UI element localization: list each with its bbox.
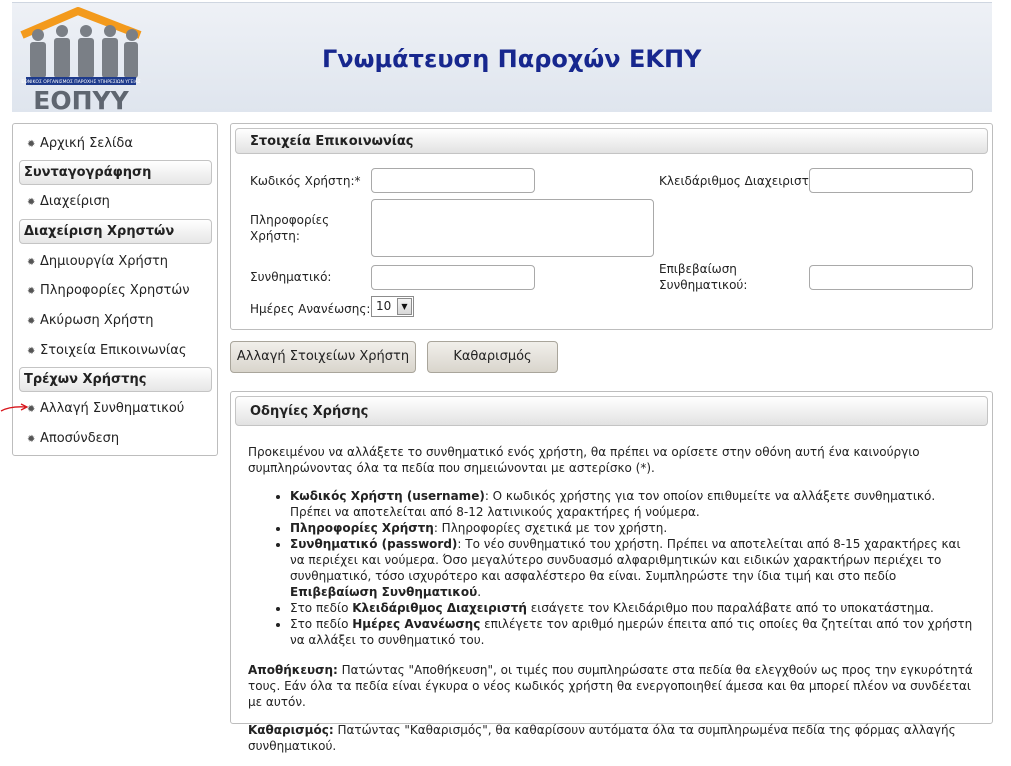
eopyy-logo: ΕΘΝΙΚΟΣ ΟΡΓΑΝΙΣΜΟΣ ΠΑΡΟΧΗΣ ΥΠΗΡΕΣΙΩΝ ΥΓΕ… bbox=[20, 7, 142, 111]
username-input[interactable] bbox=[371, 168, 535, 193]
page-title: Γνωμάτευση Παροχών ΕΚΠΥ bbox=[322, 45, 702, 73]
sidebar-item-label: Πληροφορίες Χρηστών bbox=[40, 283, 190, 298]
instructions-clear: Καθαρισμός: Πατώντας "Καθαρισμός", θα κα… bbox=[248, 723, 956, 753]
user-info-label: Πληροφορίες Χρήστη: bbox=[250, 213, 330, 243]
list-item: Στο πεδίο Ημέρες Ανανέωσης επιλέγετε τον… bbox=[290, 616, 978, 648]
page-header: ΕΘΝΙΚΟΣ ΟΡΓΑΝΙΣΜΟΣ ΠΑΡΟΧΗΣ ΥΠΗΡΕΣΙΩΝ ΥΓΕ… bbox=[12, 2, 992, 112]
contact-form-title: Στοιχεία Επικοινωνίας bbox=[235, 128, 988, 154]
instructions-intro: Προκειμένου να αλλάξετε το συνθηματικό ε… bbox=[248, 445, 920, 475]
gear-bullet-icon: ✹ bbox=[27, 139, 36, 150]
chevron-down-icon[interactable]: ▼ bbox=[397, 298, 412, 315]
sidebar-item-logout[interactable]: ✹ Αποσύνδεση bbox=[27, 429, 119, 449]
sidebar-item-cancel-user[interactable]: ✹ Ακύρωση Χρήστη bbox=[27, 311, 154, 331]
sidebar-item-management[interactable]: ✹ Διαχείριση bbox=[27, 192, 110, 212]
sidebar: ✹ Αρχική Σελίδα Συνταγογράφηση ✹ Διαχείρισ… bbox=[12, 123, 218, 456]
sidebar-item-change-password[interactable]: ✹ Αλλαγή Συνθηματικού bbox=[27, 399, 184, 419]
gear-bullet-icon: ✹ bbox=[27, 346, 36, 357]
admin-key-label: Κλειδάριθμος Διαχειριστή:* bbox=[659, 174, 827, 188]
password-label: Συνθηματικό: bbox=[250, 270, 332, 284]
sidebar-item-create-user[interactable]: ✹ Δημιουργία Χρήστη bbox=[27, 252, 168, 272]
sidebar-item-users-info[interactable]: ✹ Πληροφορίες Χρηστών bbox=[27, 281, 190, 301]
list-item: Πληροφορίες Χρήστη: Πληροφορίες σχετικά … bbox=[290, 520, 978, 536]
list-item: Συνθηματικό (password): Το νέο συνθηματι… bbox=[290, 536, 978, 600]
instructions-save: Αποθήκευση: Πατώντας "Αποθήκευση", οι τι… bbox=[248, 663, 973, 709]
change-user-details-button[interactable]: Αλλαγή Στοιχείων Χρήστη bbox=[230, 341, 416, 373]
sidebar-item-label: Αρχική Σελίδα bbox=[40, 136, 133, 151]
username-label: Κωδικός Χρήστη:* bbox=[250, 174, 361, 188]
sidebar-item-label: Αλλαγή Συνθηματικού bbox=[40, 401, 185, 416]
gear-bullet-icon: ✹ bbox=[27, 316, 36, 327]
instructions-title: Οδηγίες Χρήσης bbox=[235, 396, 988, 426]
confirm-password-label: Επιβεβαίωση Συνθηματικού: bbox=[659, 262, 748, 292]
contact-form-panel: Στοιχεία Επικοινωνίας Κωδικός Χρήστη:* Κ… bbox=[230, 123, 993, 330]
confirm-password-input[interactable] bbox=[809, 265, 973, 290]
sidebar-section-users: Διαχείριση Χρηστών bbox=[19, 219, 212, 244]
red-arrow-annotation-icon bbox=[0, 403, 29, 412]
gear-bullet-icon: ✹ bbox=[27, 257, 36, 268]
sidebar-item-label: Στοιχεία Επικοινωνίας bbox=[40, 343, 187, 358]
logo-text: ΕΟΠΥΥ bbox=[33, 86, 129, 111]
sidebar-item-label: Διαχείριση bbox=[40, 194, 110, 209]
sidebar-item-label: Ακύρωση Χρήστη bbox=[40, 313, 154, 328]
list-item: Κωδικός Χρήστη (username): Ο κωδικός χρή… bbox=[290, 488, 978, 520]
sidebar-item-label: Δημιουργία Χρήστη bbox=[40, 254, 169, 269]
admin-key-input[interactable] bbox=[809, 168, 973, 193]
renewal-days-value: 10 bbox=[376, 299, 392, 313]
instructions-body: Προκειμένου να αλλάξετε το συνθηματικό ε… bbox=[248, 444, 978, 766]
instructions-panel: Οδηγίες Χρήσης Προκειμένου να αλλάξετε τ… bbox=[230, 391, 993, 753]
renewal-days-label: Ημέρες Ανανέωσης:* bbox=[250, 302, 377, 316]
clear-button[interactable]: Καθαρισμός bbox=[427, 341, 558, 373]
renewal-days-select[interactable]: 10 ▼ bbox=[371, 296, 414, 317]
sidebar-item-home[interactable]: ✹ Αρχική Σελίδα bbox=[27, 134, 133, 154]
sidebar-item-label: Αποσύνδεση bbox=[40, 431, 120, 446]
sidebar-section-prescription: Συνταγογράφηση bbox=[19, 160, 212, 185]
logo-subtext: ΕΘΝΙΚΟΣ ΟΡΓΑΝΙΣΜΟΣ ΠΑΡΟΧΗΣ ΥΠΗΡΕΣΙΩΝ ΥΓΕ… bbox=[21, 79, 140, 85]
instructions-list: Κωδικός Χρήστη (username): Ο κωδικός χρή… bbox=[248, 488, 978, 648]
gear-bullet-icon: ✹ bbox=[27, 434, 36, 445]
password-input[interactable] bbox=[371, 265, 535, 290]
user-info-textarea[interactable] bbox=[371, 199, 654, 257]
sidebar-section-current-user: Τρέχων Χρήστης bbox=[19, 367, 212, 392]
gear-bullet-icon: ✹ bbox=[27, 286, 36, 297]
list-item: Στο πεδίο Κλειδάριθμος Διαχειριστή εισάγ… bbox=[290, 600, 978, 616]
gear-bullet-icon: ✹ bbox=[27, 197, 36, 208]
sidebar-item-contact-info[interactable]: ✹ Στοιχεία Επικοινωνίας bbox=[27, 341, 187, 361]
